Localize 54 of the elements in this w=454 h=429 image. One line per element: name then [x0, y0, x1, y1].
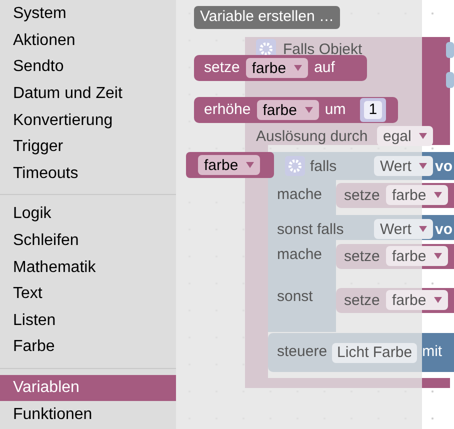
dropdown-arrow-icon — [434, 297, 442, 303]
toolbox-category[interactable]: Listen — [0, 308, 176, 334]
input-tab-icon — [446, 72, 454, 88]
object-field[interactable]: Licht Farbe — [332, 342, 418, 362]
dropdown-arrow-icon — [434, 253, 442, 259]
toolbox-category[interactable]: Konvertierung — [0, 107, 176, 134]
dropdown-arrow-icon — [419, 163, 428, 169]
block-label: falls — [310, 157, 337, 177]
value-dropdown[interactable]: Wert — [374, 156, 434, 176]
dropdown-arrow-icon — [246, 162, 254, 168]
variable-dropdown[interactable]: farbe — [256, 100, 319, 120]
block-label: vo — [435, 157, 453, 177]
variable-dropdown[interactable]: farbe — [386, 290, 448, 310]
toolbox-category[interactable]: System — [0, 1, 176, 28]
toolbox-category[interactable]: Text — [0, 280, 176, 308]
create-variable-button[interactable]: Variable erstellen … — [194, 6, 340, 29]
block-label: mache — [277, 185, 322, 205]
get-variable-block[interactable]: farbe — [186, 152, 274, 178]
dropdown-arrow-icon — [304, 107, 313, 113]
toolbox-category[interactable]: Datum und Zeit — [0, 80, 176, 108]
block-label: mit — [422, 342, 442, 362]
dropdown-arrow-icon — [294, 65, 302, 71]
variable-dropdown[interactable]: farbe — [198, 155, 260, 175]
variable-dropdown[interactable]: farbe — [246, 58, 308, 78]
dropdown-arrow-icon — [419, 226, 428, 232]
toolbox-category[interactable]: Timeouts — [0, 160, 176, 188]
trigger-dropdown[interactable]: egal — [377, 126, 434, 146]
toolbox-category[interactable]: Funktionen — [0, 401, 176, 428]
block-label: setze — [344, 291, 380, 311]
toolbox-category[interactable]: Variablen — [0, 374, 176, 402]
dropdown-arrow-icon — [434, 192, 442, 198]
block-label: sonst — [277, 287, 313, 307]
variable-dropdown[interactable]: farbe — [386, 246, 448, 266]
block-label: setze — [344, 186, 380, 206]
block-label: steuere — [277, 342, 328, 362]
toolbox-category[interactable]: Aktionen — [0, 28, 176, 54]
dropdown-arrow-icon — [419, 133, 428, 139]
variable-dropdown[interactable]: farbe — [386, 185, 448, 205]
toolbox-category[interactable]: Sendto — [0, 54, 176, 81]
change-variable-block[interactable]: erhöhe farbe um 1 — [194, 97, 398, 123]
block-label: vo — [435, 220, 453, 240]
block-label: sonst falls — [277, 220, 344, 240]
toolbox-category[interactable]: Schleifen — [0, 228, 176, 254]
block-label: mache — [277, 245, 322, 265]
block-label: setze — [344, 247, 380, 267]
toolbox-category[interactable]: Logik — [0, 201, 176, 228]
block-label: Auslösung durch — [256, 127, 368, 147]
value-dropdown[interactable]: Wert — [374, 219, 434, 239]
set-variable-block[interactable]: setze farbe auf — [194, 55, 367, 81]
toolbox-category[interactable]: Trigger — [0, 134, 176, 161]
number-block[interactable]: 1 — [360, 98, 386, 122]
toolbox-category[interactable]: Farbe — [0, 334, 176, 361]
toolbox-category[interactable]: Mathematik — [0, 254, 176, 281]
input-tab-icon — [446, 42, 454, 58]
